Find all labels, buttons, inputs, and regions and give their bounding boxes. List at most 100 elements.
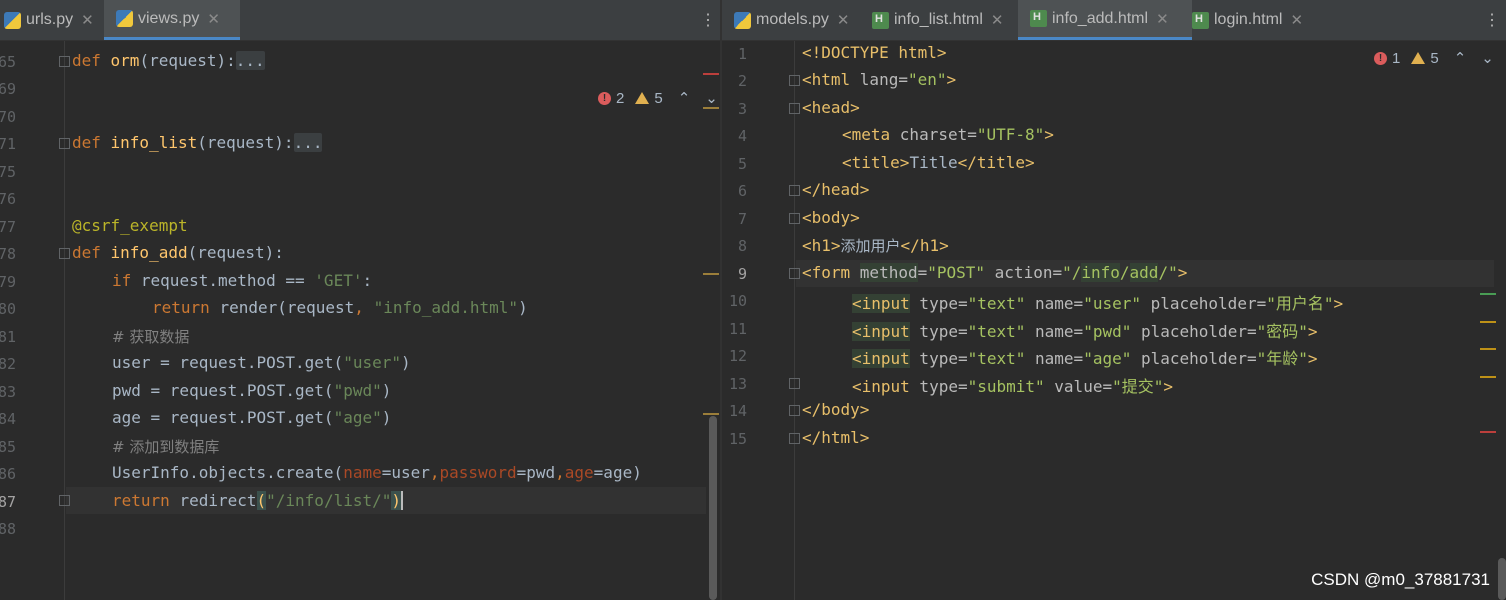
line-number: 82: [0, 355, 16, 373]
fold-marker[interactable]: [59, 495, 70, 506]
code-line: # 添加到数据库: [112, 438, 220, 456]
line-number: 75: [0, 163, 16, 181]
more-options-icon[interactable]: ⋮: [1484, 10, 1500, 30]
tab-label: views.py: [138, 9, 200, 27]
fold-marker[interactable]: [59, 138, 70, 149]
error-stripe-marker[interactable]: [703, 73, 719, 75]
warning-stripe-marker[interactable]: [1480, 348, 1496, 350]
line-number: 12: [728, 347, 747, 365]
code-line: age = request.POST.get("age"): [112, 408, 392, 427]
line-number: 11: [728, 320, 747, 338]
html-file-icon: [872, 11, 889, 29]
code-line: return redirect("/info/list/"): [112, 491, 404, 510]
line-number: 2: [737, 72, 747, 90]
line-number: 83: [0, 383, 16, 401]
line-number: 84: [0, 410, 16, 428]
vertical-scrollbar[interactable]: [1498, 558, 1506, 600]
error-icon: !: [1374, 51, 1387, 65]
line-number: 88: [0, 520, 16, 538]
left-editor[interactable]: 65 69 70 71 75 76 77 78 79 80 81 82 83 8…: [0, 41, 720, 600]
gutter-divider: [794, 41, 795, 600]
folded-region[interactable]: ...: [235, 51, 265, 70]
line-number: 81: [0, 328, 16, 346]
line-number: 85: [0, 438, 16, 456]
more-options-icon[interactable]: ⋮: [700, 10, 716, 30]
code-line: # 获取数据: [112, 328, 190, 346]
line-number: 13: [728, 375, 747, 393]
fold-marker[interactable]: [59, 56, 70, 67]
code-line: UserInfo.objects.create(name=user,passwo…: [112, 463, 642, 482]
line-number: 5: [737, 155, 747, 173]
tab-views-py[interactable]: views.py ✕: [104, 0, 240, 40]
warning-stripe-marker[interactable]: [703, 107, 719, 109]
close-icon[interactable]: ✕: [207, 10, 220, 28]
fold-marker[interactable]: [789, 433, 800, 444]
code-line: <html lang="en">: [802, 70, 957, 89]
tab-label: info_list.html: [894, 11, 983, 28]
line-number: 71: [0, 135, 16, 153]
code-line: <meta charset="UTF-8">: [842, 125, 1054, 144]
right-tab-bar: models.py ✕ info_list.html ✕ info_add.ht…: [722, 0, 1506, 41]
close-icon[interactable]: ✕: [837, 11, 850, 29]
fold-marker[interactable]: [789, 185, 800, 196]
chevron-down-icon[interactable]: ⌄: [1481, 49, 1494, 67]
chevron-up-icon[interactable]: ⌃: [678, 89, 691, 107]
close-icon[interactable]: ✕: [991, 11, 1004, 29]
line-number: 9: [737, 265, 747, 283]
code-line: <input type="text" name="user" placehold…: [852, 294, 1344, 313]
fold-marker[interactable]: [789, 75, 800, 86]
error-stripe-marker[interactable]: [1480, 431, 1496, 433]
tab-models-py[interactable]: models.py ✕: [734, 0, 850, 40]
code-line: <form method="POST" action="/info/add/">: [802, 263, 1188, 282]
line-number: 10: [728, 292, 747, 310]
close-icon[interactable]: ✕: [1156, 10, 1169, 28]
chevron-down-icon[interactable]: ⌄: [705, 89, 718, 107]
warning-stripe-marker[interactable]: [703, 273, 719, 275]
error-count: 1: [1392, 49, 1401, 67]
line-number: 87: [0, 493, 16, 511]
code-line: <input type="text" name="age" placeholde…: [852, 349, 1318, 368]
tab-info-list-html[interactable]: info_list.html ✕: [872, 0, 1004, 40]
code-line: def info_list(request):...: [72, 133, 323, 152]
chevron-up-icon[interactable]: ⌃: [1454, 49, 1467, 67]
warning-count: 5: [654, 89, 663, 107]
code-line: if request.method == 'GET':: [112, 271, 373, 290]
fold-marker[interactable]: [789, 268, 800, 279]
fold-marker[interactable]: [789, 378, 800, 389]
warning-stripe-marker[interactable]: [1480, 321, 1496, 323]
fold-marker[interactable]: [789, 103, 800, 114]
html-file-icon: [1030, 10, 1047, 27]
close-icon[interactable]: ✕: [81, 11, 94, 29]
vertical-scrollbar[interactable]: [709, 416, 717, 600]
line-number: 70: [0, 108, 16, 126]
inspection-widget[interactable]: ! 1 5 ⌃ ⌄: [1374, 49, 1494, 67]
inspection-widget[interactable]: ! 2 5 ⌃ ⌄: [598, 89, 718, 107]
warning-stripe-marker[interactable]: [1480, 376, 1496, 378]
warning-icon: [635, 92, 650, 104]
tab-urls-py[interactable]: urls.py ✕: [4, 0, 100, 40]
line-number: 78: [0, 245, 16, 263]
line-number: 69: [0, 80, 16, 98]
right-editor[interactable]: 1 2 3 4 5 6 7 8 9 10 11 12 13 14 15 <!DO…: [722, 41, 1506, 600]
fold-marker[interactable]: [789, 213, 800, 224]
ok-stripe-marker[interactable]: [1480, 293, 1496, 295]
fold-marker[interactable]: [789, 405, 800, 416]
warning-stripe-marker[interactable]: [703, 413, 719, 415]
fold-marker[interactable]: [59, 248, 70, 259]
code-line: </body>: [802, 400, 870, 419]
python-file-icon: [4, 11, 21, 29]
tab-info-add-html[interactable]: info_add.html ✕: [1018, 0, 1192, 40]
python-file-icon: [734, 11, 751, 29]
tab-login-html[interactable]: login.html ✕: [1192, 0, 1303, 40]
warning-count: 5: [1430, 49, 1439, 67]
warning-icon: [1411, 52, 1426, 64]
gutter-divider: [64, 41, 65, 600]
code-line: @csrf_exempt: [72, 216, 188, 235]
line-number: 15: [728, 430, 747, 448]
folded-region[interactable]: ...: [293, 133, 323, 152]
line-number: 6: [737, 182, 747, 200]
line-number: 65: [0, 53, 16, 71]
line-number: 76: [0, 190, 16, 208]
close-icon[interactable]: ✕: [1290, 11, 1303, 29]
line-number: 14: [728, 402, 747, 420]
